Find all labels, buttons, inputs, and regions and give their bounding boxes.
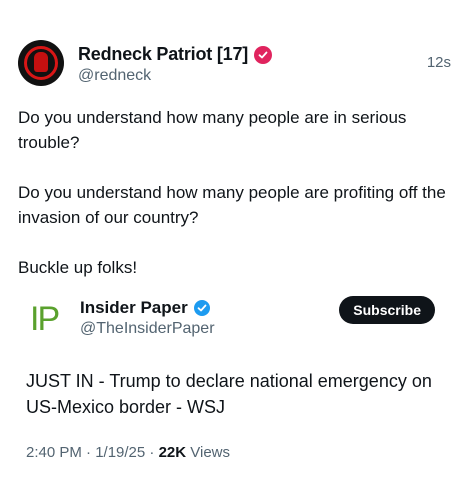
post-body: Do you understand how many people are in… [18, 105, 448, 305]
avatar[interactable] [18, 40, 64, 86]
verified-check-icon [193, 300, 210, 316]
logo-text: IP [30, 300, 60, 338]
subscribe-button[interactable]: Subscribe [339, 296, 435, 324]
post-paragraph: Do you understand how many people are pr… [18, 183, 446, 227]
insider-paper-logo[interactable]: IP [30, 300, 70, 340]
quote-author-row: Insider Paper [80, 298, 210, 318]
post-paragraph: Do you understand how many people are in… [18, 108, 407, 152]
quote-author-name[interactable]: Insider Paper [80, 298, 188, 318]
post-time[interactable]: 12s [427, 54, 451, 71]
verified-badge-icon [254, 45, 273, 64]
avatar-figure [34, 52, 48, 72]
views-count: 22K [158, 444, 187, 461]
quote-author-handle[interactable]: @TheInsiderPaper [80, 320, 215, 338]
timestamp[interactable]: 2:40 PM · 1/19/25 · [26, 444, 159, 461]
views-label: Views [186, 444, 231, 461]
post-meta: 2:40 PM · 1/19/25 · 22K Views [26, 444, 230, 461]
author-name[interactable]: Redneck Patriot [17] [78, 44, 248, 65]
author-row: Redneck Patriot [17] [78, 44, 273, 65]
tweet-card: Redneck Patriot [17] @redneck 12s Do you… [0, 0, 469, 500]
author-handle[interactable]: @redneck [78, 67, 151, 85]
quote-body: JUST IN - Trump to declare national emer… [26, 371, 432, 417]
post-paragraph: Buckle up folks! [18, 258, 138, 277]
